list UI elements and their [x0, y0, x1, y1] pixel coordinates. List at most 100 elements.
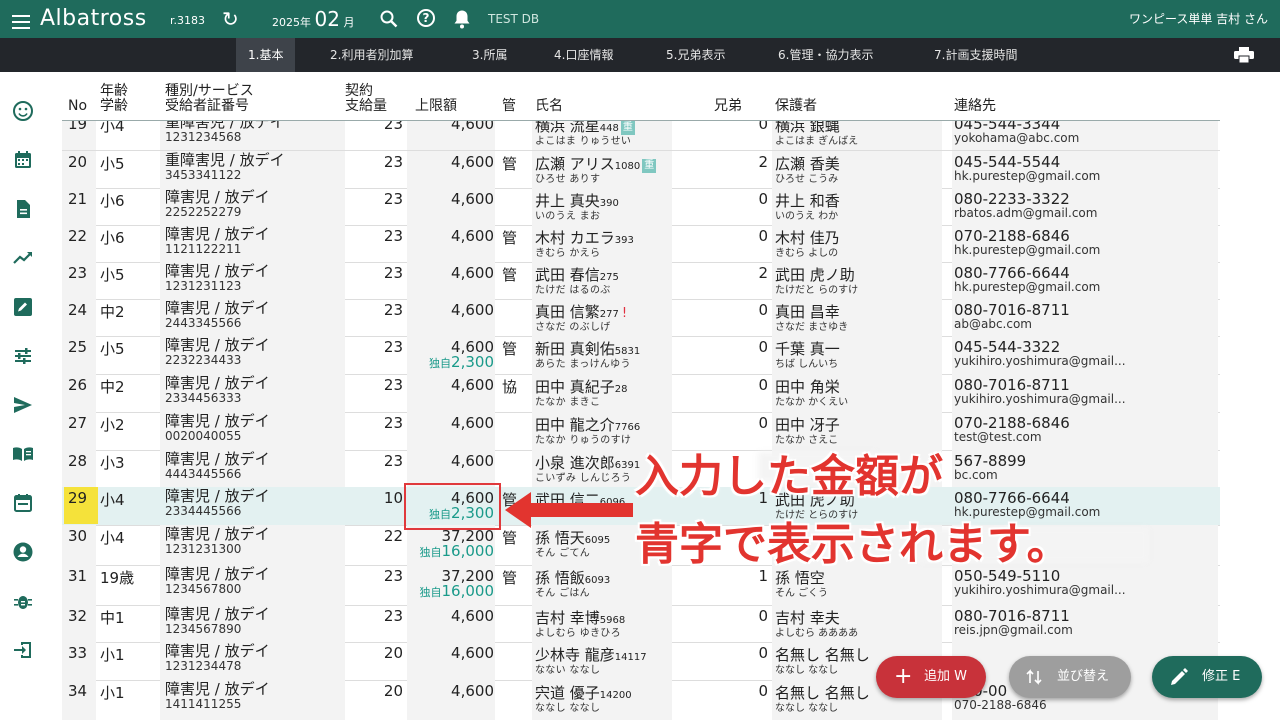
- user-name[interactable]: ワンピース単単 吉村 さん: [1129, 0, 1268, 38]
- col-contact-header[interactable]: 連絡先: [954, 99, 996, 114]
- limit-cell: 4,600: [451, 452, 494, 470]
- table-row[interactable]: 21 小6 障害児 / 放デイ 2252252279 23 4,600 井上 真央390 いの…: [62, 188, 1220, 226]
- bell-icon[interactable]: [453, 9, 471, 29]
- send-icon[interactable]: [12, 394, 34, 416]
- col-age-header[interactable]: 年齢: [100, 84, 128, 99]
- sibling-count-cell: 0: [758, 376, 768, 394]
- table-row[interactable]: 25 小5 障害児 / 放デイ 2232234433 23 4,600 独自2,300 管新田…: [62, 336, 1220, 375]
- alert-icon: !: [621, 306, 628, 321]
- sibling-count-cell: 0: [758, 190, 768, 208]
- amount-cell: 23: [383, 567, 403, 585]
- name-number: 390: [599, 198, 619, 209]
- sort-button[interactable]: 並び替え: [1009, 656, 1131, 698]
- col-limit-header[interactable]: 上限額: [415, 99, 457, 114]
- management-cell: 管: [502, 340, 518, 358]
- tab-management-display[interactable]: 6.管理・協力表示: [766, 38, 885, 72]
- event-icon[interactable]: [12, 492, 34, 514]
- amount-cell: 23: [383, 190, 403, 208]
- col-guardian-header[interactable]: 保護者: [775, 99, 817, 114]
- table-row[interactable]: 22 小6 障害児 / 放デイ 1121122211 23 4,600 管木村 カエラ393…: [62, 225, 1220, 263]
- amount-cell: 23: [383, 452, 403, 470]
- sliders-icon[interactable]: [12, 345, 34, 367]
- guardian-kana-cell: たけだと らのすけ: [775, 285, 859, 296]
- col-contract-header[interactable]: 契約: [345, 84, 373, 99]
- plus-icon: +: [894, 664, 913, 689]
- book-icon[interactable]: [12, 443, 34, 465]
- row-number: 31: [68, 567, 88, 585]
- name-number: 393: [614, 235, 634, 246]
- edit-icon[interactable]: [12, 296, 34, 318]
- row-number: 27: [68, 414, 88, 432]
- service-cell: 障害児 / 放デイ: [165, 680, 270, 698]
- custom-limit-cell: 独自2,300: [402, 353, 494, 371]
- tab-bar: 1.基本 2.利用者別加算 3.所属 4.口座情報 5.兄弟表示 6.管理・協力…: [0, 38, 1280, 72]
- guardian-kana-cell: ちば しんいち: [775, 359, 839, 370]
- email-cell: yukihiro.yoshimura@gmail...: [954, 354, 1126, 368]
- tab-sibling-display[interactable]: 5.兄弟表示: [654, 38, 737, 72]
- month-value: 02: [314, 7, 340, 31]
- custom-limit-cell: 独自16,000: [402, 582, 495, 600]
- row-number: 20: [68, 153, 88, 171]
- arrow-icon: [505, 491, 635, 529]
- grade-cell: 小6: [100, 192, 125, 210]
- smiley-icon[interactable]: [12, 100, 34, 122]
- name-kana-cell: ひろせ ありす: [535, 174, 601, 185]
- table-row[interactable]: 23 小5 障害児 / 放デイ 1231231123 23 4,600 管武田 春信275 た…: [62, 262, 1220, 300]
- tab-affiliation[interactable]: 3.所属: [460, 38, 519, 72]
- col-no-header[interactable]: No: [68, 99, 87, 114]
- amount-cell: 22: [383, 527, 403, 545]
- table-row[interactable]: 32 中1 障害児 / 放デイ 1234567890 23 4,600 吉村 幸博5968 よ…: [62, 605, 1220, 643]
- add-button[interactable]: + 追加 W: [876, 656, 986, 698]
- tab-plan-support-time[interactable]: 7.計画支援時間: [922, 38, 1029, 72]
- calendar-icon[interactable]: [12, 149, 34, 171]
- amount-cell: 20: [383, 682, 403, 700]
- table-row[interactable]: 26 中2 障害児 / 放デイ 2334456333 23 4,600 協田中 真紀子28 た…: [62, 374, 1220, 413]
- col-name-header[interactable]: 氏名: [535, 99, 563, 114]
- help-icon[interactable]: ?: [417, 9, 435, 27]
- cert-number-cell: 0020040055: [165, 429, 242, 443]
- col-grade-header[interactable]: 学齢: [100, 99, 128, 114]
- grade-cell: 中2: [100, 378, 125, 396]
- refresh-icon[interactable]: ↻: [222, 0, 239, 38]
- cert-number-cell: 2334445566: [165, 504, 242, 518]
- search-icon[interactable]: [380, 10, 398, 28]
- grade-cell: 19歳: [100, 569, 135, 587]
- guardian-kana-cell: よしむら ああああ: [775, 628, 859, 639]
- limit-cell: 4,600: [451, 376, 494, 394]
- table-row[interactable]: 24 中2 障害児 / 放デイ 2443345566 23 4,600 真田 信繁277! さ…: [62, 299, 1220, 337]
- col-service-header[interactable]: 種別/サービス: [165, 84, 254, 99]
- document-icon[interactable]: [12, 198, 34, 220]
- grade-cell: 中2: [100, 303, 125, 321]
- limit-cell: 4,600: [451, 644, 494, 662]
- login-icon[interactable]: [12, 639, 34, 661]
- grade-cell: 小1: [100, 646, 125, 664]
- menu-icon[interactable]: [12, 11, 32, 29]
- tab-basic[interactable]: 1.基本: [236, 38, 296, 72]
- table-row[interactable]: 20 小5 重障害児 / 放デイ 3453341122 23 4,600 管広瀬 アリス10…: [62, 151, 1220, 189]
- cert-number-cell: 2232234433: [165, 353, 242, 367]
- cert-number-cell: 1231234478: [165, 659, 242, 673]
- col-amount-header[interactable]: 支給量: [345, 99, 387, 114]
- guardian-kana-cell: たなか かくえい: [775, 397, 849, 408]
- tab-account-info[interactable]: 4.口座情報: [542, 38, 625, 72]
- col-kan-header[interactable]: 管: [502, 99, 516, 114]
- name-kana-cell: よしむら ゆきひろ: [535, 628, 621, 639]
- app-logo[interactable]: Albatross: [40, 0, 147, 38]
- col-sibling-header[interactable]: 兄弟: [714, 99, 742, 114]
- email-cell: yukihiro.yoshimura@gmail...: [954, 583, 1126, 597]
- user-table: No 年齢 学齢 種別/サービス 受給者証番号 契約 支給量 上限額 管 氏名 …: [62, 82, 1220, 720]
- col-cert-header[interactable]: 受給者証番号: [165, 99, 249, 114]
- cert-number-cell: 1231234568: [165, 130, 242, 144]
- bug-icon[interactable]: [12, 590, 34, 612]
- print-icon[interactable]: [1234, 47, 1254, 64]
- guardian-kana-cell: そん ごくう: [775, 588, 828, 599]
- db-label: TEST DB: [488, 12, 540, 26]
- service-cell: 障害児 / 放デイ: [165, 262, 270, 280]
- custom-limit-value: 2,300: [451, 353, 494, 371]
- edit-button[interactable]: 修正 E: [1152, 656, 1262, 698]
- account-icon[interactable]: [12, 541, 34, 563]
- service-cell: 障害児 / 放デイ: [165, 605, 270, 623]
- tab-user-addition[interactable]: 2.利用者別加算: [318, 38, 425, 72]
- trending-icon[interactable]: [12, 247, 34, 269]
- year-month-selector[interactable]: 2025年 02 月: [272, 0, 354, 38]
